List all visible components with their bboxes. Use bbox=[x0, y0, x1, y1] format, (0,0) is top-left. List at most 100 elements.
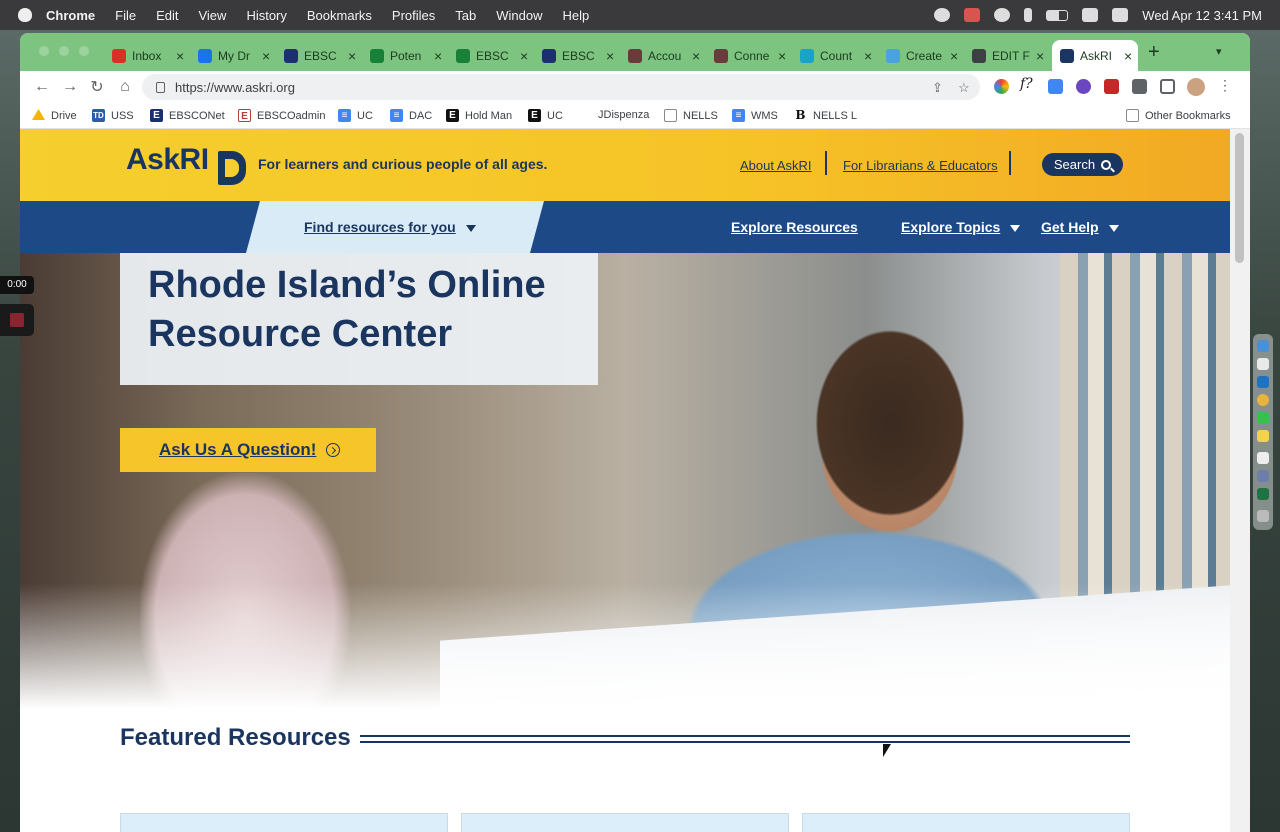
extension-doc-icon[interactable] bbox=[1048, 79, 1063, 94]
askri-logo-mark-icon[interactable] bbox=[218, 151, 246, 185]
chrome-icon[interactable] bbox=[1257, 394, 1269, 406]
bluetooth-icon[interactable] bbox=[1024, 8, 1033, 22]
scrollbar-thumb[interactable] bbox=[1235, 133, 1244, 263]
trash-icon[interactable] bbox=[1257, 510, 1269, 522]
battery-icon[interactable] bbox=[1046, 9, 1069, 21]
bookmark-other[interactable]: Other Bookmarks bbox=[1126, 109, 1231, 122]
tab-accou[interactable]: Accou × bbox=[620, 40, 700, 71]
menu-history[interactable]: History bbox=[246, 8, 286, 23]
close-tab-icon[interactable]: × bbox=[262, 48, 270, 64]
minimize-window-icon[interactable] bbox=[58, 45, 70, 57]
ask-question-button[interactable]: Ask Us A Question! bbox=[120, 428, 376, 472]
bookmark-drive[interactable]: Drive bbox=[32, 109, 77, 122]
bookmark-uss[interactable]: TD USS bbox=[92, 109, 134, 122]
url-text[interactable]: https://www.askri.org bbox=[175, 80, 295, 95]
reload-button[interactable]: ↻ bbox=[90, 77, 104, 97]
bookmark-uc-ebsco[interactable]: E UC bbox=[528, 109, 563, 122]
finder-icon[interactable] bbox=[1257, 340, 1269, 352]
menubar-clock[interactable]: Wed Apr 12 3:41 PM bbox=[1142, 8, 1262, 23]
bookmark-star-icon[interactable]: ☆ bbox=[958, 80, 970, 96]
zoom-window-icon[interactable] bbox=[78, 45, 90, 57]
featured-card[interactable] bbox=[120, 813, 448, 832]
find-resources-dropdown[interactable]: Find resources for you bbox=[304, 219, 476, 235]
preview-icon[interactable] bbox=[1257, 470, 1269, 482]
home-button[interactable]: ⌂ bbox=[118, 78, 132, 96]
explore-topics-dropdown[interactable]: Explore Topics bbox=[901, 219, 1021, 235]
apple-icon[interactable] bbox=[18, 8, 32, 22]
brightness-icon[interactable] bbox=[934, 8, 951, 22]
bookmark-ebsconet[interactable]: E EBSCONet bbox=[150, 109, 225, 122]
new-tab-button[interactable]: + bbox=[1148, 41, 1160, 64]
extensions-puzzle-icon[interactable] bbox=[1132, 79, 1147, 94]
close-tab-icon[interactable]: × bbox=[778, 48, 786, 64]
tab-conne[interactable]: Conne × bbox=[706, 40, 786, 71]
outlook-icon[interactable] bbox=[1257, 376, 1269, 388]
featured-card[interactable] bbox=[802, 813, 1130, 832]
tab-edit[interactable]: EDIT F × bbox=[964, 40, 1044, 71]
page-scrollbar[interactable] bbox=[1230, 129, 1250, 832]
forward-button[interactable]: → bbox=[62, 78, 78, 96]
site-search-button[interactable]: Search bbox=[1042, 153, 1123, 176]
tab-inbox[interactable]: Inbox × bbox=[104, 40, 184, 71]
tab-ebsco-2[interactable]: EBSC × bbox=[448, 40, 528, 71]
menu-profiles[interactable]: Profiles bbox=[392, 8, 435, 23]
tab-ebsco-1[interactable]: EBSC × bbox=[276, 40, 356, 71]
close-window-icon[interactable] bbox=[38, 45, 50, 57]
close-tab-icon[interactable]: × bbox=[692, 48, 700, 64]
browser-menu-icon[interactable]: ⋮ bbox=[1218, 77, 1233, 93]
stop-recording-button[interactable] bbox=[0, 304, 34, 336]
close-tab-icon[interactable]: × bbox=[950, 48, 958, 64]
close-tab-icon[interactable]: × bbox=[434, 48, 442, 64]
tab-poten[interactable]: Poten × bbox=[362, 40, 442, 71]
address-bar[interactable]: https://www.askri.org ⇪ ☆ bbox=[142, 74, 980, 100]
time-machine-icon[interactable] bbox=[994, 8, 1011, 22]
menu-help[interactable]: Help bbox=[563, 8, 590, 23]
close-tab-icon[interactable]: × bbox=[864, 48, 872, 64]
back-button[interactable]: ← bbox=[34, 78, 50, 96]
tab-count[interactable]: Count × bbox=[792, 40, 872, 71]
get-help-dropdown[interactable]: Get Help bbox=[1041, 219, 1119, 235]
close-tab-icon[interactable]: × bbox=[1036, 48, 1044, 64]
share-icon[interactable]: ⇪ bbox=[932, 80, 943, 96]
close-tab-icon[interactable]: × bbox=[520, 48, 528, 64]
messages-icon[interactable] bbox=[1257, 412, 1269, 424]
menu-tab[interactable]: Tab bbox=[455, 8, 476, 23]
close-tab-icon[interactable]: × bbox=[176, 48, 184, 64]
bookmark-uc-doc[interactable]: ≡ UC bbox=[338, 109, 373, 122]
featured-card[interactable] bbox=[461, 813, 789, 832]
excel-icon[interactable] bbox=[1257, 488, 1269, 500]
dropbox-icon[interactable] bbox=[964, 8, 981, 22]
script-icon[interactable] bbox=[1257, 452, 1269, 464]
notes-icon[interactable] bbox=[1257, 430, 1269, 442]
extension-m-icon[interactable] bbox=[1104, 79, 1119, 94]
menu-edit[interactable]: Edit bbox=[156, 8, 178, 23]
control-center-icon[interactable] bbox=[1112, 8, 1129, 22]
bookmark-hold-man[interactable]: E Hold Man bbox=[446, 109, 512, 122]
askri-logo[interactable]: AskRI bbox=[126, 143, 209, 177]
bookmark-ebscoadmin[interactable]: E EBSCOadmin bbox=[238, 109, 325, 122]
profile-avatar[interactable] bbox=[1187, 78, 1205, 96]
close-tab-icon[interactable]: × bbox=[348, 48, 356, 64]
bookmark-nells[interactable]: NELLS bbox=[664, 109, 718, 122]
side-panel-icon[interactable] bbox=[1160, 79, 1175, 94]
tab-search-icon[interactable]: ▾ bbox=[1216, 45, 1222, 58]
menu-app-name[interactable]: Chrome bbox=[46, 8, 95, 23]
bookmark-nells-l[interactable]: B NELLS L bbox=[794, 109, 857, 122]
close-tab-icon[interactable]: × bbox=[606, 48, 614, 64]
librarians-educators-link[interactable]: For Librarians & Educators bbox=[843, 158, 998, 173]
extension-color-icon[interactable] bbox=[994, 79, 1009, 94]
bookmark-jdispenza[interactable]: JDispenza bbox=[598, 109, 649, 121]
bookmark-wms[interactable]: ≡ WMS bbox=[732, 109, 778, 122]
about-askri-link[interactable]: About AskRI bbox=[740, 158, 812, 173]
launchpad-icon[interactable] bbox=[1257, 358, 1269, 370]
close-tab-icon[interactable]: × bbox=[1124, 48, 1132, 64]
tab-askri[interactable]: AskRI × bbox=[1052, 40, 1138, 71]
tab-ebsco-3[interactable]: EBSC × bbox=[534, 40, 614, 71]
extension-burst-icon[interactable] bbox=[1076, 79, 1091, 94]
tab-drive[interactable]: My Dr × bbox=[190, 40, 270, 71]
bookmark-dac[interactable]: ≡ DAC bbox=[390, 109, 432, 122]
extension-formula-icon[interactable]: f? bbox=[1020, 76, 1035, 92]
menu-bookmarks[interactable]: Bookmarks bbox=[307, 8, 372, 23]
wifi-icon[interactable] bbox=[1082, 8, 1099, 22]
menu-view[interactable]: View bbox=[198, 8, 226, 23]
